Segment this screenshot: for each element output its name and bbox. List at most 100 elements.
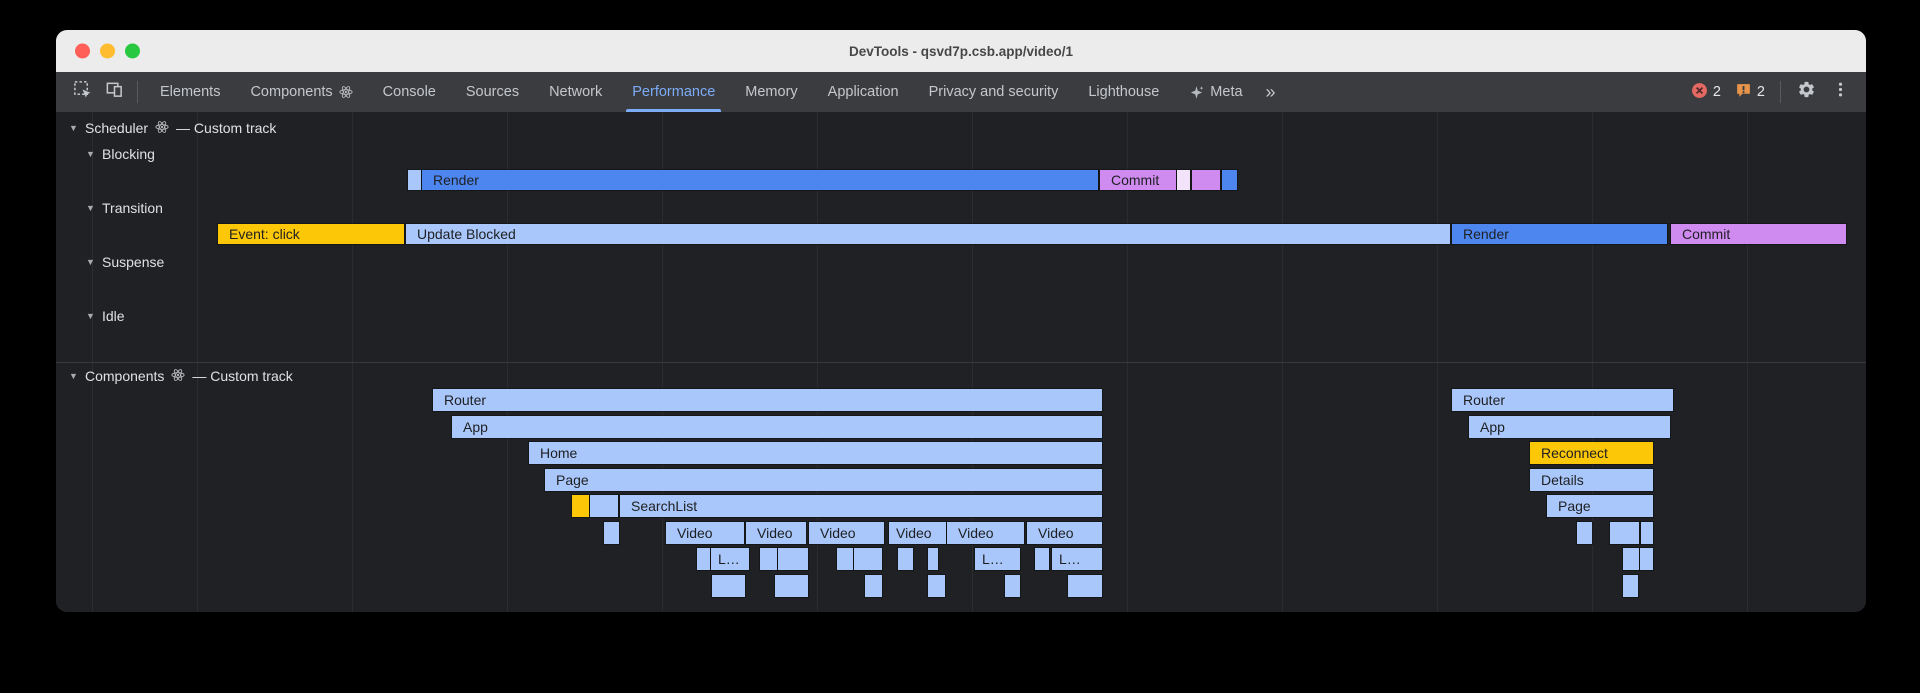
flame-bar-segment[interactable]	[408, 170, 421, 190]
tab-label: Memory	[745, 84, 797, 100]
device-toolbar-button[interactable]	[98, 77, 130, 107]
flame-bar-segment[interactable]	[1577, 522, 1592, 544]
tab-network[interactable]: Network	[534, 72, 617, 112]
flame-bar-segment[interactable]	[572, 495, 589, 517]
track-name: Scheduler	[85, 120, 148, 136]
flame-bar-details[interactable]: Details	[1530, 469, 1653, 491]
collapse-triangle-icon: ▼	[85, 203, 96, 213]
flame-bar-segment[interactable]	[865, 575, 882, 597]
flame-bar-video[interactable]: Video	[809, 522, 884, 544]
lane-label-suspense[interactable]: ▼ Suspense	[85, 253, 164, 271]
flame-bar-segment[interactable]	[1623, 548, 1639, 570]
flame-bar-app[interactable]: App	[452, 416, 1102, 438]
collapse-triangle-icon: ▼	[68, 371, 79, 381]
tab-sources[interactable]: Sources	[451, 72, 534, 112]
flame-bar-segment[interactable]	[1610, 522, 1639, 544]
flame-bar-segment[interactable]	[1035, 548, 1049, 570]
tab-label: Privacy and security	[929, 84, 1059, 100]
flame-bar-segment[interactable]	[778, 548, 808, 570]
tab-memory[interactable]: Memory	[730, 72, 812, 112]
flame-bar-label: Router	[433, 392, 486, 408]
flame-bar-segment[interactable]	[1640, 548, 1653, 570]
flame-bar-commit[interactable]: Commit	[1100, 170, 1176, 190]
flame-bar-label: L…	[1052, 551, 1081, 567]
track-header-scheduler[interactable]: ▼ Scheduler — Custom track	[68, 119, 276, 137]
flame-bar-segment[interactable]	[712, 575, 745, 597]
flame-bar-searchlist[interactable]: SearchList	[620, 495, 1102, 517]
flame-bar-home[interactable]: Home	[529, 442, 1102, 464]
tab-lighthouse[interactable]: Lighthouse	[1073, 72, 1174, 112]
traffic-lights	[75, 44, 140, 59]
flame-bar-page[interactable]: Page	[1547, 495, 1653, 517]
flame-bar-label: Commit	[1100, 172, 1159, 188]
flame-bar-l[interactable]: L…	[975, 548, 1020, 570]
performance-flame-chart[interactable]: ▼ Scheduler — Custom track ▼ Blocking ▼ …	[56, 112, 1866, 612]
flame-bar-segment[interactable]	[1222, 170, 1237, 190]
collapse-triangle-icon: ▼	[68, 123, 79, 133]
close-button[interactable]	[75, 44, 90, 59]
tab-elements[interactable]: Elements	[145, 72, 235, 112]
flame-bar-commit[interactable]: Commit	[1671, 224, 1846, 244]
flame-bar-video[interactable]: Video	[1027, 522, 1102, 544]
flame-bar-label: Details	[1530, 472, 1584, 488]
minimize-button[interactable]	[100, 44, 115, 59]
flame-bar-reconnect[interactable]: Reconnect	[1530, 442, 1653, 464]
flame-bar-video[interactable]: Video	[889, 522, 946, 544]
tab-performance[interactable]: Performance	[617, 72, 730, 112]
flame-bar-router[interactable]: Router	[433, 389, 1102, 411]
lane-label-transition[interactable]: ▼ Transition	[85, 199, 163, 217]
error-badge[interactable]: 2	[1685, 82, 1727, 103]
flame-bar-update-blocked[interactable]: Update Blocked	[406, 224, 1450, 244]
lane-label-idle[interactable]: ▼ Idle	[85, 307, 125, 325]
flame-bar-segment[interactable]	[1192, 170, 1220, 190]
flame-bar-segment[interactable]	[1005, 575, 1020, 597]
flame-bar-segment[interactable]	[928, 575, 945, 597]
flame-bar-video[interactable]: Video	[746, 522, 806, 544]
kebab-menu-icon	[1832, 81, 1849, 103]
tab-application[interactable]: Application	[813, 72, 914, 112]
flame-bar-l[interactable]: L…	[1052, 548, 1102, 570]
flame-bar-label: SearchList	[620, 498, 697, 514]
flame-bar-video[interactable]: Video	[947, 522, 1024, 544]
kebab-menu-button[interactable]	[1824, 77, 1856, 107]
zoom-button[interactable]	[125, 44, 140, 59]
flame-bar-segment[interactable]	[854, 548, 882, 570]
flame-bar-l[interactable]: L…	[711, 548, 749, 570]
flame-bar-video[interactable]: Video	[666, 522, 744, 544]
flame-bar-page[interactable]: Page	[545, 469, 1102, 491]
flame-bar-event-click[interactable]: Event: click	[218, 224, 404, 244]
issues-badge[interactable]: 2	[1729, 82, 1771, 103]
flame-bar-segment[interactable]	[775, 575, 808, 597]
flame-bar-render[interactable]: Render	[1452, 224, 1667, 244]
settings-button[interactable]	[1790, 77, 1822, 107]
flame-bar-segment[interactable]	[1068, 575, 1102, 597]
flame-bar-router[interactable]: Router	[1452, 389, 1673, 411]
flame-bar-segment[interactable]	[604, 522, 619, 544]
lane-label-blocking[interactable]: ▼ Blocking	[85, 145, 155, 163]
flame-bar-app[interactable]: App	[1469, 416, 1670, 438]
flame-bar-label: Home	[529, 445, 577, 461]
flame-bar-segment[interactable]	[898, 548, 913, 570]
gear-icon	[1797, 80, 1816, 104]
lane-name: Idle	[102, 308, 125, 324]
flame-bar-segment[interactable]	[928, 548, 938, 570]
tab-privacy-and-security[interactable]: Privacy and security	[914, 72, 1074, 112]
inspect-element-button[interactable]	[66, 77, 98, 107]
tab-meta[interactable]: Meta	[1174, 72, 1257, 112]
flame-bar-segment[interactable]	[1177, 170, 1190, 190]
flame-bar-segment[interactable]	[697, 548, 710, 570]
flame-bar-label: Page	[545, 472, 589, 488]
tab-console[interactable]: Console	[368, 72, 451, 112]
track-header-components[interactable]: ▼ Components — Custom track	[68, 367, 293, 385]
tab-components[interactable]: Components	[235, 72, 367, 112]
flame-bar-segment[interactable]	[760, 548, 777, 570]
flame-bar-label: Render	[1452, 226, 1509, 242]
flame-bar-segment[interactable]	[837, 548, 853, 570]
flame-bar-render[interactable]: Render	[422, 170, 1098, 190]
flame-bar-segment[interactable]	[590, 495, 618, 517]
flame-bar-segment[interactable]	[1623, 575, 1638, 597]
tab-icon	[339, 85, 353, 99]
more-tabs-button[interactable]: »	[1258, 82, 1284, 103]
tab-label: Console	[383, 84, 436, 100]
flame-bar-segment[interactable]	[1641, 522, 1653, 544]
